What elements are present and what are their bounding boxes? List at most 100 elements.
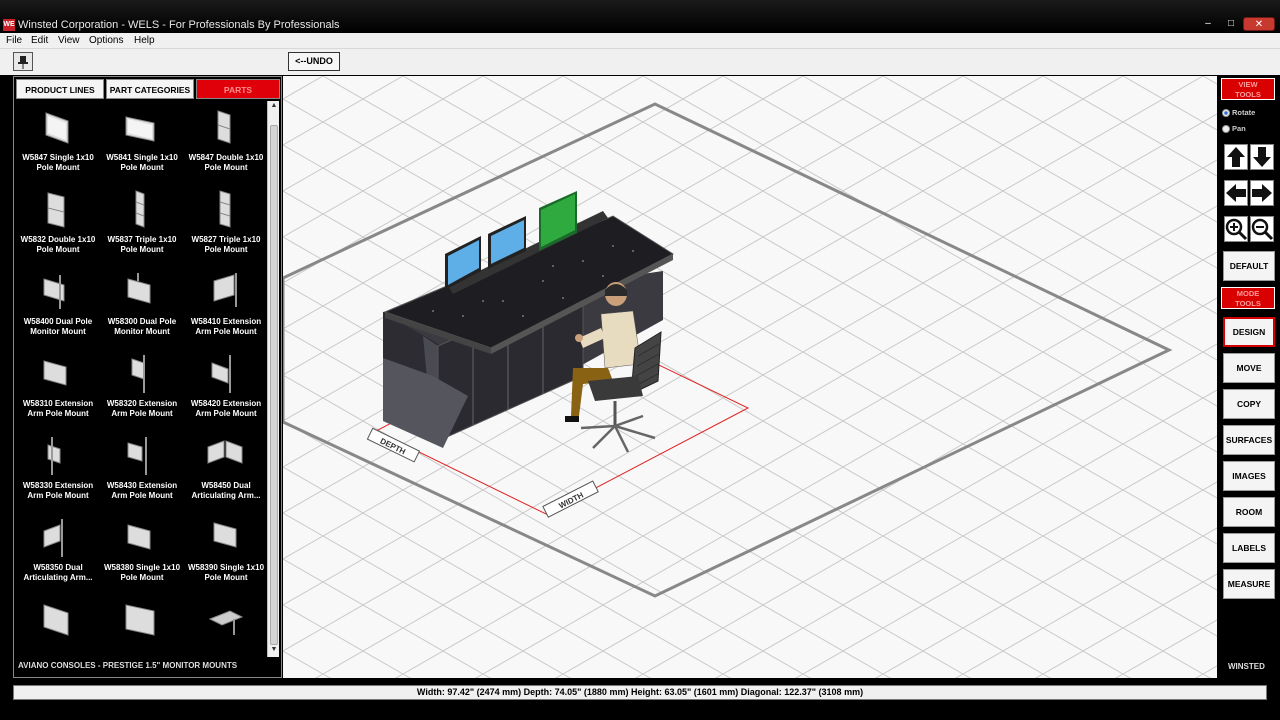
part-label: W58390 Single 1x10 Pole Mount (187, 563, 265, 582)
part-thumbnail-icon (219, 190, 231, 228)
part-thumbnail-icon (211, 355, 231, 393)
part-thumbnail-icon (213, 522, 237, 548)
part-thumbnail-icon (125, 116, 155, 142)
part-item[interactable]: W5847 Single 1x10 Pole Mount (16, 103, 100, 185)
mode-measure-button[interactable]: MEASURE (1223, 569, 1275, 599)
tab-parts[interactable]: PARTS (196, 79, 280, 99)
rotate-option[interactable]: Rotate (1222, 108, 1255, 118)
default-view-button[interactable]: DEFAULT (1223, 251, 1275, 281)
part-label: W58380 Single 1x10 Pole Mount (103, 563, 181, 582)
part-item[interactable] (100, 595, 184, 663)
part-label: W58400 Dual Pole Monitor Mount (23, 317, 93, 336)
menu-bar: File Edit View Options Help (0, 33, 1280, 49)
part-thumbnail-icon (43, 604, 69, 636)
part-label: W5837 Triple 1x10 Pole Mount (107, 235, 177, 254)
tab-part-categories[interactable]: PART CATEGORIES (106, 79, 194, 99)
window-title: Winsted Corporation - WELS - For Profess… (18, 19, 340, 31)
minimize-button[interactable]: – (1197, 17, 1219, 31)
undo-button[interactable]: <--UNDO (288, 52, 340, 71)
menu-options[interactable]: Options (89, 35, 123, 46)
parts-panel: PRODUCT LINES PART CATEGORIES PARTS W584… (13, 76, 282, 678)
mode-surfaces-button[interactable]: SURFACES (1223, 425, 1275, 455)
part-item[interactable]: W58450 Dual Articulating Arm... (184, 431, 268, 513)
pin-button[interactable] (13, 52, 33, 71)
mode-room-button[interactable]: ROOM (1223, 497, 1275, 527)
part-thumbnail-icon (125, 604, 155, 636)
arrow-down-button[interactable] (1250, 144, 1274, 170)
parts-scrollbar[interactable]: ▲ ▼ (267, 101, 279, 657)
part-item[interactable] (184, 595, 268, 663)
app-window: WE Winsted Corporation - WELS - For Prof… (0, 0, 1280, 720)
close-button[interactable]: ✕ (1243, 17, 1275, 31)
radio-icon (1222, 125, 1230, 134)
panel-footer-caption: AVIANO CONSOLES - PRESTIGE 1.5" MONITOR … (18, 661, 238, 670)
mode-labels-button[interactable]: LABELS (1223, 533, 1275, 563)
design-canvas[interactable]: DEPTH WIDTH (283, 76, 1217, 678)
menu-edit[interactable]: Edit (31, 35, 48, 46)
zoom-in-icon (1225, 218, 1248, 241)
arrow-down-icon (1253, 147, 1271, 167)
part-item[interactable]: W58420 Extension Arm Pole Mount (184, 349, 268, 431)
toolbar: <--UNDO (0, 49, 1280, 75)
menu-file[interactable]: File (6, 35, 22, 46)
part-label: W58450 Dual Articulating Arm... (191, 481, 261, 500)
radio-selected-icon (1222, 109, 1230, 118)
mode-images-button[interactable]: IMAGES (1223, 461, 1275, 491)
part-thumbnail-icon (213, 273, 237, 307)
part-item[interactable]: W58430 Extension Arm Pole Mount (100, 431, 184, 513)
zoom-out-button[interactable] (1250, 216, 1274, 242)
part-label: W5847 Double 1x10 Pole Mount (188, 153, 264, 172)
pan-option[interactable]: Pan (1222, 124, 1246, 134)
tools-panel: VIEW TOOLS Rotate Pan DEFAULT MODE TOOLS… (1218, 76, 1280, 678)
part-label: W58410 Extension Arm Pole Mount (190, 317, 262, 336)
part-item[interactable]: W58320 Extension Arm Pole Mount (100, 349, 184, 431)
arrow-right-button[interactable] (1250, 180, 1274, 206)
zoom-out-icon (1251, 218, 1274, 241)
part-item[interactable]: W58350 Dual Articulating Arm... (16, 513, 100, 595)
part-item[interactable]: W5832 Double 1x10 Pole Mount (16, 185, 100, 267)
part-thumbnail-icon (127, 273, 151, 304)
arrow-right-icon (1252, 184, 1272, 202)
part-thumbnail-icon (135, 190, 145, 228)
arrow-up-button[interactable] (1224, 144, 1248, 170)
part-thumbnail-icon (127, 524, 151, 550)
part-item[interactable]: W5827 Triple 1x10 Pole Mount (184, 185, 268, 267)
part-thumbnail-icon (47, 192, 65, 228)
dimensions-readout: Width: 97.42" (2474 mm) Depth: 74.05" (1… (13, 685, 1267, 700)
part-item[interactable]: W58400 Dual Pole Monitor Mount (16, 267, 100, 349)
part-item[interactable]: W58300 Dual Pole Monitor Mount (100, 267, 184, 349)
mode-copy-button[interactable]: COPY (1223, 389, 1275, 419)
menu-view[interactable]: View (58, 35, 80, 46)
mode-design-button[interactable]: DESIGN (1223, 317, 1275, 347)
scroll-up-icon[interactable]: ▲ (269, 102, 279, 112)
arrow-left-button[interactable] (1224, 180, 1248, 206)
part-item[interactable]: W58410 Extension Arm Pole Mount (184, 267, 268, 349)
scroll-thumb[interactable] (270, 125, 278, 645)
part-item[interactable]: W5837 Triple 1x10 Pole Mount (100, 185, 184, 267)
view-tools-header: VIEW TOOLS (1221, 78, 1275, 100)
menu-help[interactable]: Help (134, 35, 155, 46)
mode-move-button[interactable]: MOVE (1223, 353, 1275, 383)
part-item[interactable]: W5841 Single 1x10 Pole Mount (100, 103, 184, 185)
part-item[interactable]: W58380 Single 1x10 Pole Mount (100, 513, 184, 595)
part-label: W58330 Extension Arm Pole Mount (22, 481, 94, 500)
part-label: W5847 Single 1x10 Pole Mount (22, 153, 94, 172)
brand-logo: WINSTED (1228, 662, 1265, 671)
zoom-in-button[interactable] (1224, 216, 1248, 242)
part-item[interactable]: W58310 Extension Arm Pole Mount (16, 349, 100, 431)
part-item[interactable]: W5847 Double 1x10 Pole Mount (184, 103, 268, 185)
scroll-down-icon[interactable]: ▼ (269, 646, 279, 656)
part-item[interactable]: W58390 Single 1x10 Pole Mount (184, 513, 268, 595)
part-item[interactable] (16, 595, 100, 663)
part-label: W58350 Dual Articulating Arm... (23, 563, 93, 582)
tab-product-lines[interactable]: PRODUCT LINES (16, 79, 104, 99)
maximize-button[interactable]: □ (1220, 17, 1242, 31)
part-item[interactable]: W58330 Extension Arm Pole Mount (16, 431, 100, 513)
part-thumbnail-icon (43, 360, 67, 386)
part-label: W5827 Triple 1x10 Pole Mount (191, 235, 261, 254)
part-thumbnail-icon (45, 112, 69, 144)
mode-tools-header: MODE TOOLS (1221, 287, 1275, 309)
part-thumbnail-icon (47, 437, 61, 475)
app-logo-icon: WE (3, 19, 15, 31)
part-thumbnail-icon (217, 110, 231, 144)
